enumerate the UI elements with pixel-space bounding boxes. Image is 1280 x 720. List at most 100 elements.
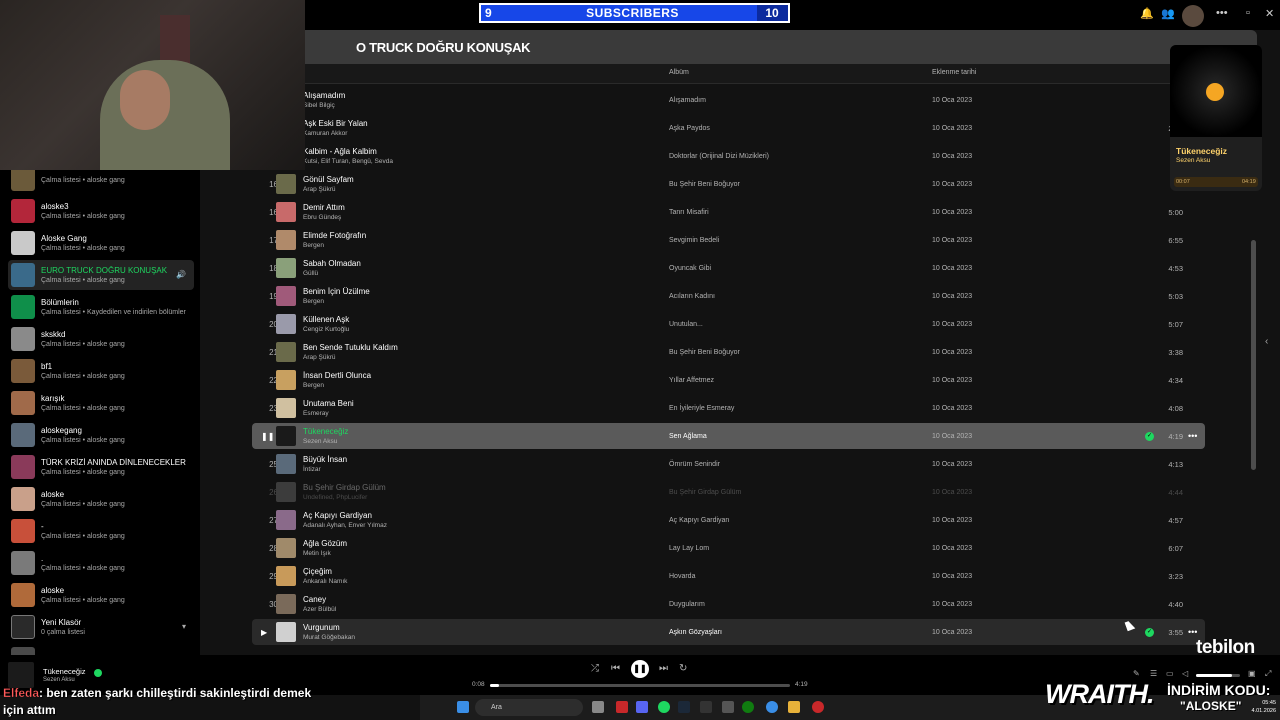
track-artist[interactable]: Arap Şükrü [303,354,336,361]
edge-icon[interactable] [766,701,778,713]
windows-start-icon[interactable] [457,701,469,713]
track-title[interactable]: İnsan Dertli Olunca [303,371,371,380]
track-album[interactable]: Hovarda [669,573,695,580]
lyrics-icon[interactable]: ✎ [1133,669,1140,678]
track-album[interactable]: Doktorlar (Orijinal Dizi Müzikleri) [669,153,769,160]
column-album[interactable]: Albüm [669,69,689,76]
opera-icon[interactable] [616,701,628,713]
track-album[interactable]: Bu Şehir Girdap Gülüm [669,489,741,496]
track-row[interactable]: 17 Elimde Fotoğrafın Bergen Sevgimin Bedeli… [252,227,1205,253]
track-row[interactable]: ▶ Vurgunum Murat Göğebakan Aşkın Gözyaşları… [252,619,1205,645]
track-artist[interactable]: Azer Bülbül [303,606,336,613]
repeat-icon[interactable]: ↻ [679,663,687,674]
track-row[interactable]: 20 Küllenen Aşk Cengiz Kurtoğlu Unutulan...… [252,311,1205,337]
track-album[interactable]: Oyuncak Gibi [669,265,711,272]
track-row[interactable]: 16 Demir Attım Ebru Gündeş Tanrı Misafiri 10… [252,199,1205,225]
track-title[interactable]: Kalbim - Ağla Kalbim [303,147,377,156]
sidebar-item[interactable]: karışık Çalma listesi • aloske gang [8,388,194,418]
track-title[interactable]: Ben Sende Tutuklu Kaldım [303,343,398,352]
track-artist[interactable]: Cengiz Kurtoğlu [303,326,349,333]
track-album[interactable]: Sevgimin Bedeli [669,237,719,244]
more-icon[interactable]: ••• [1216,7,1228,19]
track-artist[interactable]: Sibel Bilgiç [303,102,335,109]
track-title[interactable]: Aşk Eski Bir Yalan [303,119,368,128]
folder-icon[interactable] [788,701,800,713]
player-title[interactable]: Tükeneceğiz [43,667,86,676]
track-album[interactable]: Aşkın Gözyaşları [669,629,722,636]
track-album[interactable]: Alışamadım [669,97,706,104]
track-title[interactable]: Benim İçin Üzülme [303,287,370,296]
track-album[interactable]: Aç Kapıyı Gardiyan [669,517,729,524]
track-row[interactable]: 22 İnsan Dertli Olunca Bergen Yıllar Affetm… [252,367,1205,393]
sidebar-item[interactable]: EURO TRUCK DOĞRU KONUŞAK Çalma listesi • … [8,260,194,290]
track-row[interactable]: ❚❚ Tükeneceğiz Sezen Aksu Sen Ağlama 10 Oca … [252,423,1205,449]
track-title[interactable]: Sabah Olmadan [303,259,361,268]
track-row[interactable]: 26 Bu Şehir Girdap Gülüm Undefined, PhpLuc… [252,479,1205,505]
track-artist[interactable]: Ankaralı Namık [303,578,347,585]
chrome-icon[interactable] [812,701,824,713]
track-title[interactable]: Alışamadım [303,91,345,100]
volume-icon[interactable]: ◁ [1182,669,1188,678]
track-title[interactable]: Demir Attım [303,203,345,212]
sidebar-item[interactable]: Aloske Gang Çalma listesi • aloske gang [8,228,194,258]
sidebar-item[interactable]: skskkd Çalma listesi • aloske gang [8,324,194,354]
track-row[interactable]: Kalbim - Ağla Kalbim Kutsi, Elif Turan, B… [252,143,1205,169]
track-artist[interactable]: Bergen [303,382,324,389]
track-title[interactable]: Vurgunum [303,623,340,632]
app-icon[interactable] [722,701,734,713]
track-artist[interactable]: Bergen [303,298,324,305]
track-album[interactable]: Acıların Kadını [669,293,715,300]
sidebar-item[interactable]: aloske3 Çalma listesi • aloske gang [8,196,194,226]
system-clock[interactable]: 05:45 4.01.2026 [1242,699,1276,715]
pause-button[interactable]: ❚❚ [631,660,649,678]
track-title[interactable]: Ağla Gözüm [303,539,347,548]
track-album[interactable]: Bu Şehir Beni Boğuyor [669,181,740,188]
track-row[interactable]: 21 Ben Sende Tutuklu Kaldım Arap Şükrü Bu Ş… [252,339,1205,365]
steam-icon[interactable] [678,701,690,713]
bell-icon[interactable]: 🔔 [1140,7,1154,20]
play-icon[interactable]: ▶ [261,628,267,637]
chevron-left-icon[interactable]: ‹ [1265,336,1268,347]
sidebar-item[interactable]: . Çalma listesi • aloske gang [8,548,194,578]
track-album[interactable]: Sen Ağlama [669,433,707,440]
track-album[interactable]: Yıllar Affetmez [669,377,714,384]
track-artist[interactable]: Kamuran Akkor [303,130,347,137]
fullscreen-icon[interactable]: ⤢ [1265,669,1271,679]
friends-icon[interactable]: 👥 [1161,7,1175,20]
track-row[interactable]: 19 Benim İçin Üzülme Bergen Acıların Kadını… [252,283,1205,309]
track-row[interactable]: 29 Çiçeğim Ankaralı Namık Hovarda 10 Oca 202… [252,563,1205,589]
track-title[interactable]: Çiçeğim [303,567,332,576]
track-row[interactable]: Alışamadım Sibel Bilgiç Alışamadım 10 Oca 2… [252,87,1205,113]
restore-icon[interactable]: ▫ [1246,7,1250,19]
track-artist[interactable]: Arap Şükrü [303,186,336,193]
track-title[interactable]: Aç Kapıyı Gardiyan [303,511,372,520]
track-title[interactable]: Tükeneceğiz [303,427,348,436]
device-icon[interactable]: ▭ [1166,669,1174,678]
avatar[interactable] [1182,5,1204,27]
task-view-icon[interactable] [592,701,604,713]
previous-icon[interactable]: ⏮ [611,663,620,674]
track-title[interactable]: Gönül Sayfam [303,175,354,184]
track-artist[interactable]: Undefined, PhpLucifer [303,494,367,501]
mini-player-icon[interactable]: ▣ [1248,669,1256,678]
epic-games-icon[interactable] [700,701,712,713]
spotify-icon[interactable] [658,701,670,713]
track-album[interactable]: Lay Lay Lom [669,545,709,552]
sidebar-item[interactable]: - Çalma listesi • aloske gang [8,516,194,546]
track-title[interactable]: Küllenen Aşk [303,315,349,324]
sidebar-item[interactable]: Yeni Klasör 0 çalma listesi ▾ [8,612,194,642]
track-artist[interactable]: İntizar [303,466,321,473]
volume-slider[interactable] [1196,674,1240,677]
track-row[interactable]: Aşk Eski Bir Yalan Kamuran Akkor Aşka Payd… [252,115,1205,141]
track-artist[interactable]: Sezen Aksu [303,438,337,445]
track-row[interactable]: 25 Büyük İnsan İntizar Ömrüm Senindir 10 Oca… [252,451,1205,477]
pause-icon[interactable]: ❚❚ [261,432,274,441]
track-artist[interactable]: Esmeray [303,410,329,417]
track-title[interactable]: Unutama Beni [303,399,354,408]
track-artist[interactable]: Murat Göğebakan [303,634,355,641]
saved-check-icon[interactable]: ✓ [1145,627,1154,637]
track-album[interactable]: En İyileriyle Esmeray [669,405,734,412]
track-album[interactable]: Aşka Paydos [669,125,710,132]
track-row[interactable]: 18 Sabah Olmadan Güllü Oyuncak Gibi 10 Oca 2… [252,255,1205,281]
sidebar-item[interactable]: aloske Çalma listesi • aloske gang [8,580,194,610]
